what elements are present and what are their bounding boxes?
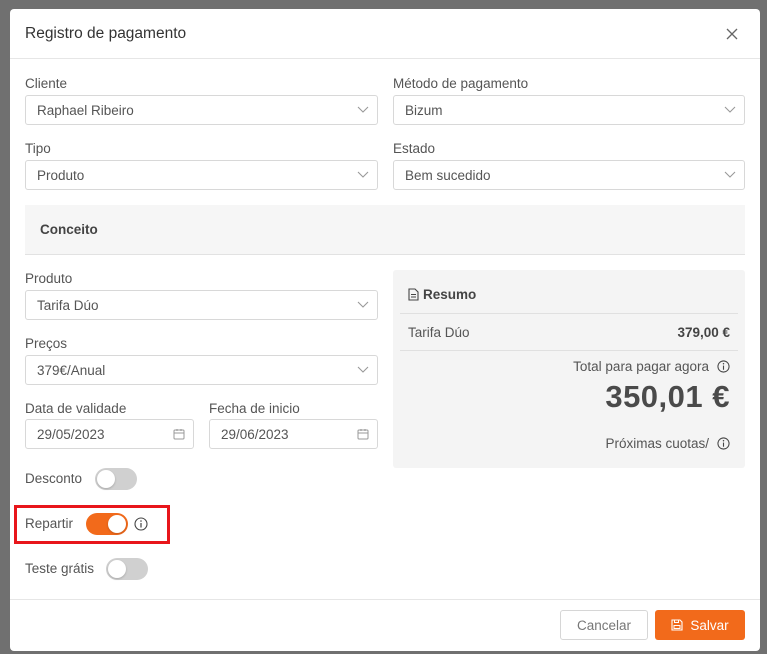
inicio-date-input[interactable]: 29/06/2023 — [209, 419, 378, 449]
validade-date-input[interactable]: 29/05/2023 — [25, 419, 194, 449]
calendar-icon — [173, 428, 185, 440]
precos-value: 379€/Anual — [37, 362, 106, 378]
desconto-toggle[interactable] — [95, 468, 137, 490]
chevron-down-icon — [724, 169, 736, 181]
inicio-label: Fecha de inicio — [209, 401, 300, 416]
toggle-knob — [108, 560, 126, 578]
metodo-select[interactable]: Bizum — [393, 95, 745, 125]
save-icon — [671, 619, 683, 631]
produto-select[interactable]: Tarifa Dúo — [25, 290, 378, 320]
metodo-label: Método de pagamento — [393, 76, 529, 91]
precos-select[interactable]: 379€/Anual — [25, 355, 378, 385]
repartir-label: Repartir — [25, 516, 74, 531]
total-label-text: Total para pagar agora — [573, 359, 709, 374]
cliente-value: Raphael Ribeiro — [37, 102, 134, 118]
modal-title: Registro de pagamento — [25, 24, 187, 42]
validade-label: Data de validade — [25, 401, 127, 416]
cliente-label: Cliente — [25, 76, 68, 91]
toggle-knob — [108, 515, 126, 533]
chevron-down-icon — [357, 364, 369, 376]
info-icon[interactable] — [717, 437, 730, 450]
repartir-toggle[interactable] — [86, 513, 128, 535]
cancel-button[interactable]: Cancelar — [560, 610, 648, 640]
total-amount: 350,01 € — [605, 379, 730, 414]
chevron-down-icon — [357, 169, 369, 181]
concept-title: Conceito — [40, 222, 98, 237]
calendar-icon — [357, 428, 369, 440]
tipo-label: Tipo — [25, 141, 51, 156]
estado-label: Estado — [393, 141, 436, 156]
summary-title-text: Resumo — [423, 287, 477, 302]
produto-label: Produto — [25, 271, 73, 286]
summary-line-item: Tarifa Dúo 379,00 € — [400, 313, 738, 351]
toggle-knob — [97, 470, 115, 488]
validade-value: 29/05/2023 — [37, 426, 105, 442]
estado-value: Bem sucedido — [405, 167, 491, 183]
teste-label: Teste grátis — [25, 561, 95, 576]
summary-item-name: Tarifa Dúo — [408, 324, 470, 340]
concept-header: Conceito — [25, 205, 745, 255]
metodo-value: Bizum — [405, 102, 443, 118]
document-icon — [408, 288, 419, 301]
teste-toggle[interactable] — [106, 558, 148, 580]
inicio-value: 29/06/2023 — [221, 426, 289, 442]
produto-value: Tarifa Dúo — [37, 297, 99, 313]
modal-footer: Cancelar Salvar — [10, 599, 760, 651]
tipo-select[interactable]: Produto — [25, 160, 378, 190]
save-label: Salvar — [690, 617, 729, 633]
chevron-down-icon — [357, 104, 369, 116]
payment-modal: Registro de pagamento Cliente Raphael Ri… — [10, 9, 760, 651]
precos-label: Preços — [25, 336, 68, 351]
summary-panel: Resumo Tarifa Dúo 379,00 € Total para pa… — [393, 270, 745, 468]
close-button[interactable] — [720, 22, 744, 46]
desconto-label: Desconto — [25, 471, 83, 486]
next-label-text: Próximas cuotas/ — [605, 436, 709, 451]
info-icon[interactable] — [717, 360, 730, 373]
total-label: Total para pagar agora — [573, 359, 730, 374]
close-icon — [726, 28, 738, 39]
chevron-down-icon — [724, 104, 736, 116]
next-installments-label: Próximas cuotas/ — [605, 436, 730, 451]
modal-header: Registro de pagamento — [10, 9, 760, 59]
info-icon[interactable] — [134, 517, 148, 531]
estado-select[interactable]: Bem sucedido — [393, 160, 745, 190]
cliente-select[interactable]: Raphael Ribeiro — [25, 95, 378, 125]
save-button[interactable]: Salvar — [655, 610, 745, 640]
chevron-down-icon — [357, 299, 369, 311]
tipo-value: Produto — [37, 167, 85, 183]
summary-item-price: 379,00 € — [677, 324, 730, 340]
summary-title: Resumo — [408, 287, 476, 302]
